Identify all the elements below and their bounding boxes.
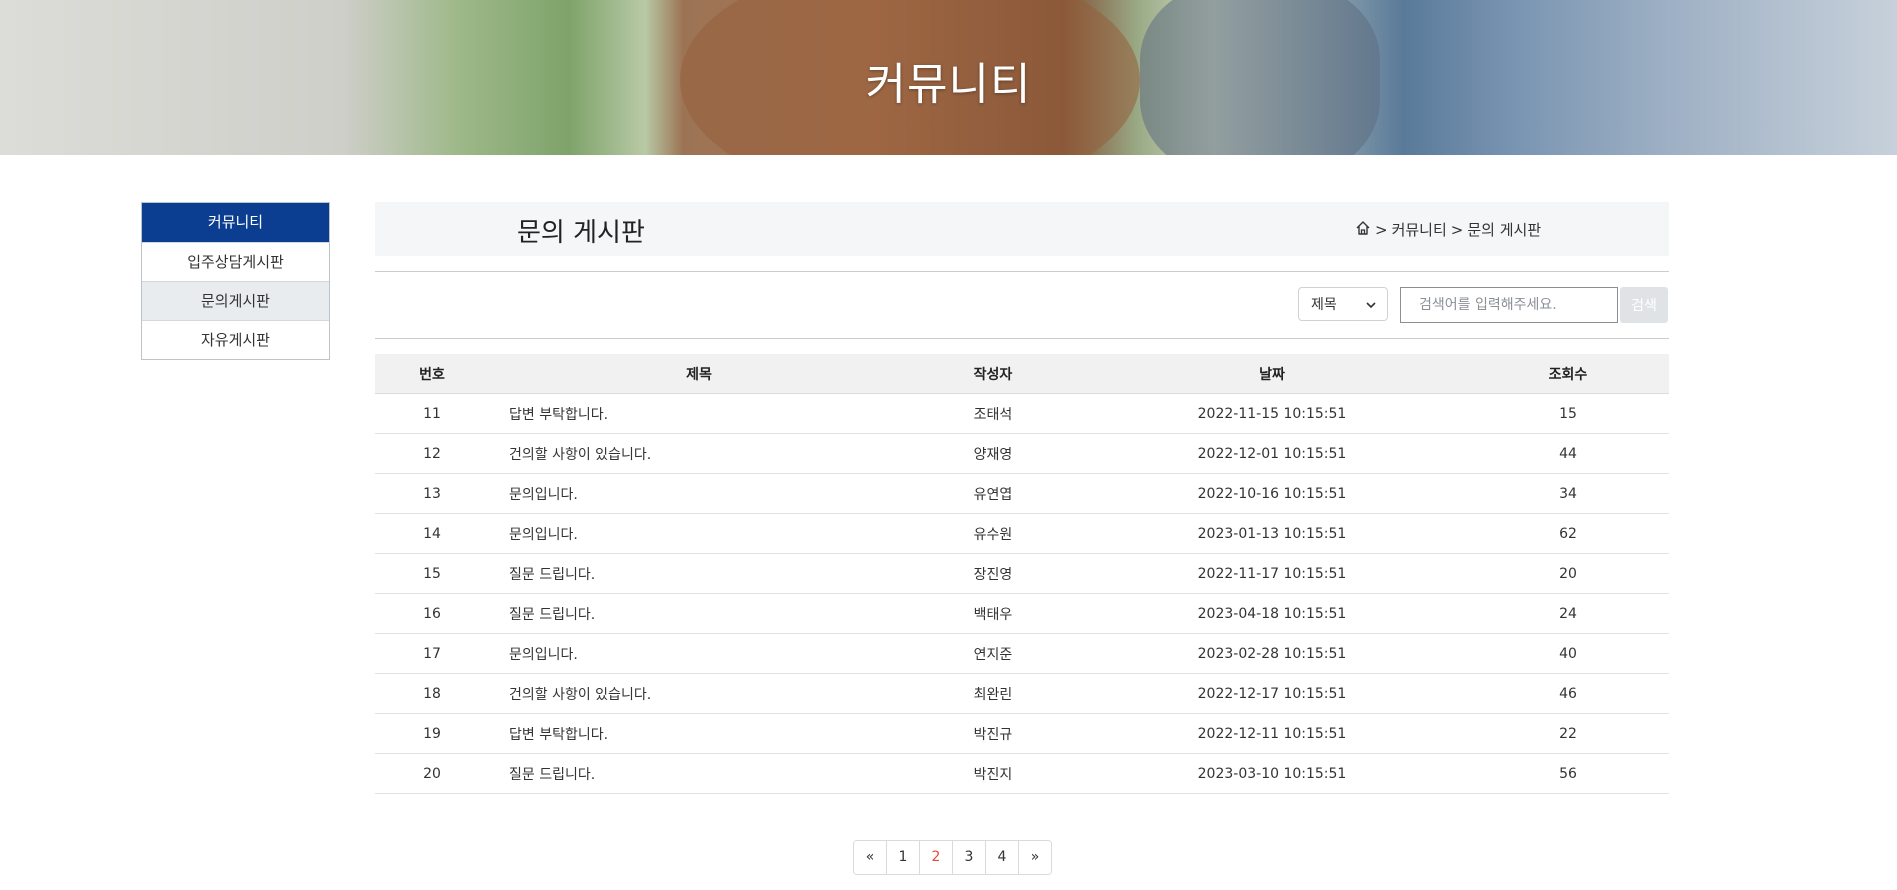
post-subject-link[interactable]: 질문 드립니다. — [489, 593, 909, 634]
sidebar-item-free[interactable]: 자유게시판 — [142, 320, 329, 359]
post-author: 박진지 — [909, 753, 1077, 794]
post-number: 17 — [375, 633, 489, 674]
post-date: 2022-10-16 10:15:51 — [1077, 473, 1467, 514]
post-date: 2022-12-17 10:15:51 — [1077, 673, 1467, 714]
post-subject-link[interactable]: 문의입니다. — [489, 513, 909, 554]
breadcrumb-community[interactable]: 커뮤니티 — [1392, 219, 1447, 240]
post-views: 40 — [1467, 633, 1669, 674]
post-number: 19 — [375, 713, 489, 754]
column-header-number: 번호 — [375, 354, 489, 394]
banner-title: 커뮤니티 — [865, 59, 1032, 110]
post-number: 14 — [375, 513, 489, 554]
post-date: 2023-03-10 10:15:51 — [1077, 753, 1467, 794]
post-author: 유연엽 — [909, 473, 1077, 514]
column-header-subject: 제목 — [489, 354, 909, 394]
post-date: 2022-12-11 10:15:51 — [1077, 713, 1467, 754]
post-subject-link[interactable]: 건의할 사항이 있습니다. — [489, 433, 909, 474]
post-views: 22 — [1467, 713, 1669, 754]
search-field-value: 제목 — [1311, 297, 1337, 313]
post-number: 12 — [375, 433, 489, 474]
post-views: 46 — [1467, 673, 1669, 714]
post-date: 2022-12-01 10:15:51 — [1077, 433, 1467, 474]
post-subject-link[interactable]: 질문 드립니다. — [489, 553, 909, 594]
post-author: 박진규 — [909, 713, 1077, 754]
post-views: 62 — [1467, 513, 1669, 554]
divider — [375, 271, 1669, 272]
post-subject-link[interactable]: 답변 부탁합니다. — [489, 393, 909, 434]
post-author: 장진영 — [909, 553, 1077, 594]
pagination: « 1 2 3 4 » — [853, 840, 1052, 875]
post-subject-link[interactable]: 답변 부탁합니다. — [489, 713, 909, 754]
divider — [375, 338, 1669, 339]
sidebar-item-inquiry[interactable]: 문의게시판 — [142, 281, 329, 320]
breadcrumb-inquiry-board: 문의 게시판 — [1467, 221, 1542, 239]
breadcrumb-separator: > — [1450, 220, 1464, 239]
table-row[interactable]: 16 질문 드립니다. 백태우 2023-04-18 10:15:51 24 — [375, 593, 1669, 634]
inquiry-board-table: 번호 제목 작성자 날짜 조회수 11 답변 부탁합니다. 조태석 2022-1… — [375, 354, 1669, 794]
post-number: 11 — [375, 393, 489, 434]
post-subject-link[interactable]: 질문 드립니다. — [489, 753, 909, 794]
post-number: 13 — [375, 473, 489, 514]
table-row[interactable]: 15 질문 드립니다. 장진영 2022-11-17 10:15:51 20 — [375, 553, 1669, 594]
table-row[interactable]: 14 문의입니다. 유수원 2023-01-13 10:15:51 62 — [375, 513, 1669, 554]
post-author: 양재영 — [909, 433, 1077, 474]
search-button[interactable]: 검색 — [1620, 287, 1668, 323]
column-header-author: 작성자 — [909, 354, 1077, 394]
pagination-prev-button[interactable]: « — [854, 841, 887, 874]
sidebar-header: 커뮤니티 — [142, 203, 329, 242]
post-views: 20 — [1467, 553, 1669, 594]
table-row[interactable]: 13 문의입니다. 유연엽 2022-10-16 10:15:51 34 — [375, 473, 1669, 514]
home-icon[interactable] — [1355, 220, 1371, 240]
chevron-down-icon — [1365, 288, 1377, 335]
post-number: 18 — [375, 673, 489, 714]
breadcrumb-separator: > — [1375, 220, 1388, 239]
post-date: 2023-04-18 10:15:51 — [1077, 593, 1467, 634]
post-views: 15 — [1467, 393, 1669, 434]
post-views: 24 — [1467, 593, 1669, 634]
pagination-next-button[interactable]: » — [1019, 841, 1051, 874]
post-date: 2022-11-15 10:15:51 — [1077, 393, 1467, 434]
table-header-row: 번호 제목 작성자 날짜 조회수 — [375, 354, 1669, 394]
post-author: 유수원 — [909, 513, 1077, 554]
post-views: 44 — [1467, 433, 1669, 474]
post-author: 백태우 — [909, 593, 1077, 634]
table-row[interactable]: 18 건의할 사항이 있습니다. 최완린 2022-12-17 10:15:51… — [375, 673, 1669, 714]
pagination-page-4[interactable]: 4 — [986, 841, 1019, 874]
column-header-date: 날짜 — [1077, 354, 1467, 394]
page-title: 문의 게시판 — [517, 218, 645, 248]
breadcrumb: > 커뮤니티 > 문의 게시판 — [1355, 219, 1541, 240]
table-row[interactable]: 12 건의할 사항이 있습니다. 양재영 2022-12-01 10:15:51… — [375, 433, 1669, 474]
post-date: 2022-11-17 10:15:51 — [1077, 553, 1467, 594]
post-views: 34 — [1467, 473, 1669, 514]
post-author: 조태석 — [909, 393, 1077, 434]
column-header-views: 조회수 — [1467, 354, 1669, 394]
search-input[interactable] — [1400, 287, 1618, 323]
post-subject-link[interactable]: 건의할 사항이 있습니다. — [489, 673, 909, 714]
post-subject-link[interactable]: 문의입니다. — [489, 633, 909, 674]
post-author: 연지준 — [909, 633, 1077, 674]
post-date: 2023-01-13 10:15:51 — [1077, 513, 1467, 554]
table-row[interactable]: 19 답변 부탁합니다. 박진규 2022-12-11 10:15:51 22 — [375, 713, 1669, 754]
post-number: 16 — [375, 593, 489, 634]
post-author: 최완린 — [909, 673, 1077, 714]
table-row[interactable]: 17 문의입니다. 연지준 2023-02-28 10:15:51 40 — [375, 633, 1669, 674]
sidebar-nav: 커뮤니티 입주상담게시판 문의게시판 자유게시판 — [141, 202, 330, 360]
post-date: 2023-02-28 10:15:51 — [1077, 633, 1467, 674]
post-subject-link[interactable]: 문의입니다. — [489, 473, 909, 514]
post-views: 56 — [1467, 753, 1669, 794]
table-row[interactable]: 11 답변 부탁합니다. 조태석 2022-11-15 10:15:51 15 — [375, 393, 1669, 434]
title-bar: 문의 게시판 > 커뮤니티 > 문의 게시판 — [375, 202, 1669, 256]
pagination-page-1[interactable]: 1 — [887, 841, 920, 874]
pagination-page-2[interactable]: 2 — [920, 841, 953, 874]
post-number: 20 — [375, 753, 489, 794]
search-field-select[interactable]: 제목 — [1298, 287, 1388, 321]
post-number: 15 — [375, 553, 489, 594]
table-row[interactable]: 20 질문 드립니다. 박진지 2023-03-10 10:15:51 56 — [375, 753, 1669, 794]
header-banner: 커뮤니티 — [0, 0, 1897, 155]
pagination-page-3[interactable]: 3 — [953, 841, 986, 874]
sidebar-item-consult[interactable]: 입주상담게시판 — [142, 242, 329, 281]
